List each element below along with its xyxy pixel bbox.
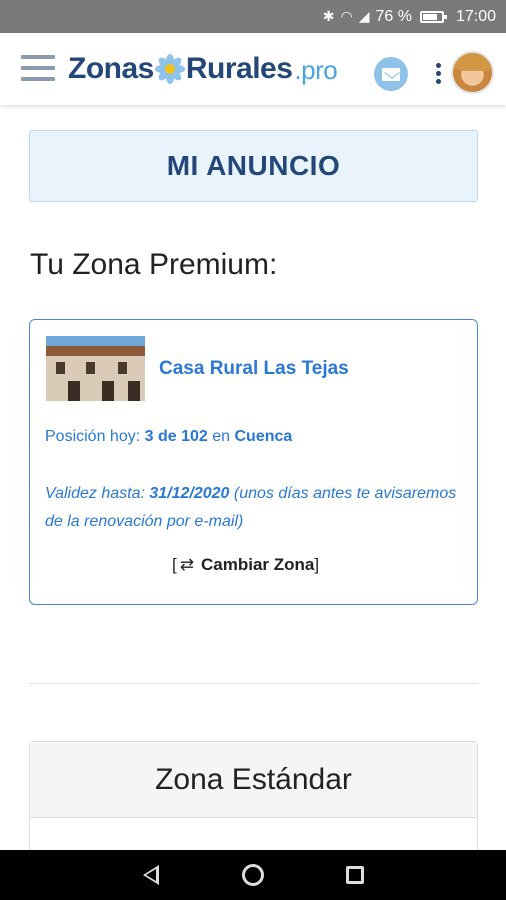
back-icon[interactable] [136,860,166,890]
position-connector: en [212,428,231,445]
wifi-icon: ◠ [340,8,353,24]
status-bar: ✱ ◠ ◢ 76 % 17:00 [0,0,506,33]
validity-info: Validez hasta: 31/12/2020 (unos días ant… [45,480,465,536]
change-zone-button[interactable]: [ ⇄ Cambiar Zona ] [172,555,319,575]
validity-label: Validez hasta: [45,485,145,502]
position-today: Posición hoy: 3 de 102 en Cuenca [45,428,292,446]
system-nav-bar [0,850,506,900]
flower-logo-icon [154,53,185,84]
signal-icon: ◢ [358,8,370,24]
premium-zone-heading: Tu Zona Premium: [30,248,278,281]
avatar[interactable] [451,51,494,94]
standard-zone-heading: Zona Estándar [30,742,477,818]
listing-thumbnail[interactable] [46,336,145,401]
site-logo[interactable]: Zonas Rurales .pro [68,51,338,86]
mail-icon[interactable] [374,57,408,91]
app-header: Zonas Rurales .pro [0,33,506,105]
more-vert-icon[interactable] [436,63,444,87]
listing-name-link[interactable]: Casa Rural Las Tejas [159,358,349,380]
section-divider [29,683,478,684]
battery-percent: 76 % [375,7,412,25]
position-label: Posición hoy: [45,428,141,445]
logo-text-rurales: Rurales [185,51,293,85]
page-banner: MI ANUNCIO [29,130,478,202]
logo-text-zonas: Zonas [68,51,154,85]
logo-text-pro: .pro [294,55,338,85]
recents-icon[interactable] [340,860,370,890]
position-value: 3 de 102 [144,428,208,445]
home-icon[interactable] [238,860,268,890]
menu-icon[interactable] [21,55,55,83]
swap-arrows-icon: ⇄ [179,555,194,574]
battery-icon [419,10,447,23]
page-title: MI ANUNCIO [166,150,341,181]
status-time: 17:00 [455,7,496,25]
change-zone-label: Cambiar Zona [200,555,315,574]
bluetooth-icon: ✱ [322,8,335,24]
position-zone: Cuenca [234,428,293,445]
premium-zone-card: Casa Rural Las Tejas Posición hoy: 3 de … [29,319,478,605]
validity-date: 31/12/2020 [149,485,230,502]
